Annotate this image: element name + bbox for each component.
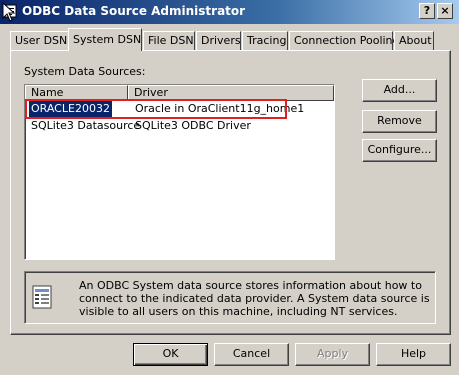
ok-button[interactable]: OK	[133, 343, 208, 366]
tab-about[interactable]: About	[394, 31, 434, 50]
tab-file-dsn[interactable]: File DSN	[143, 31, 195, 50]
system-data-sources-label: System Data Sources:	[24, 65, 146, 78]
remove-button[interactable]: Remove	[362, 110, 437, 133]
info-text: An ODBC System data source stores inform…	[79, 279, 430, 318]
help-button[interactable]: Help	[376, 343, 451, 366]
window-title: ODBC Data Source Administrator	[22, 4, 246, 18]
data-source-icon	[32, 285, 52, 309]
tab-tracing[interactable]: Tracing	[242, 31, 288, 50]
tab-user-dsn[interactable]: User DSN	[10, 31, 69, 50]
row-highlight-box	[25, 99, 287, 119]
dsn-driver-cell: SQLite3 ODBC Driver	[135, 119, 251, 132]
cancel-button[interactable]: Cancel	[214, 343, 289, 366]
info-box: An ODBC System data source stores inform…	[24, 271, 436, 324]
mouse-cursor-icon	[2, 2, 16, 22]
title-bar: ODBC Data Source Administrator ? ×	[0, 0, 459, 24]
tab-system-dsn[interactable]: System DSN	[68, 28, 142, 51]
help-title-button[interactable]: ?	[419, 3, 435, 19]
configure-button[interactable]: Configure...	[362, 139, 437, 162]
close-window-button[interactable]: ×	[437, 3, 453, 19]
add-button[interactable]: Add...	[362, 79, 437, 102]
table-row[interactable]: SQLite3 Datasource SQLite3 ODBC Driver	[27, 118, 332, 134]
tab-connection-pooling[interactable]: Connection Pooling	[289, 31, 400, 50]
dsn-name-cell: SQLite3 Datasource	[31, 119, 141, 132]
tab-drivers[interactable]: Drivers	[196, 31, 241, 50]
apply-button[interactable]: Apply	[295, 343, 370, 366]
